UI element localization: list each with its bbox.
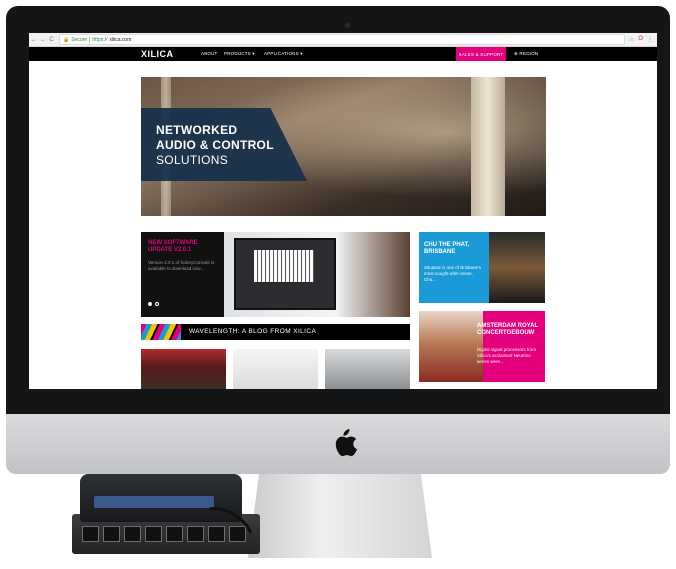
- news-excerpt: Version 2.0.1 of SoloryConsole is availa…: [148, 260, 215, 271]
- back-icon[interactable]: ←: [29, 37, 38, 43]
- camera-icon: [345, 23, 350, 28]
- card-title: AMSTERDAM ROYAL CONCERTGEBOUW: [477, 323, 539, 336]
- blog-stripes: [141, 324, 181, 340]
- hero-line-3: SOLUTIONS: [156, 153, 229, 167]
- news-text-panel: NEW SOFTWARE UPDATE V2.0.1 Version 2.0.1…: [141, 232, 224, 317]
- address-bar[interactable]: 🔒 Secure | https://xilica.com: [59, 34, 625, 45]
- card-amsterdam[interactable]: AMSTERDAM ROYAL CONCERTGEBOUW Digital si…: [419, 311, 545, 382]
- card-chu-the-phat[interactable]: CHU THE PHAT, BRISBANE Situated in one o…: [419, 232, 545, 303]
- slider-dots: [148, 302, 159, 306]
- card-excerpt: Situated in one of Brisbane's most sough…: [424, 265, 482, 282]
- url-divider: |: [89, 36, 91, 43]
- blog-header[interactable]: WAVELENGTH: A BLOG FROM XILICA: [141, 324, 410, 340]
- hero-banner[interactable]: NETWORKED AUDIO & CONTROL SOLUTIONS: [141, 77, 546, 216]
- news-title[interactable]: NEW SOFTWARE UPDATE V2.0.1: [148, 240, 220, 254]
- monitor-screenshot: [234, 238, 336, 310]
- blog-title: WAVELENGTH: A BLOG FROM XILICA: [189, 328, 317, 335]
- nav-sales-support[interactable]: SALES & SUPPORT: [456, 47, 506, 61]
- apple-logo-icon: [335, 429, 357, 457]
- card-title: CHU THE PHAT, BRISBANE: [424, 242, 470, 255]
- card-excerpt: Digital signal processors from Xilica's …: [477, 347, 537, 364]
- url-host: xilica.com: [109, 36, 132, 43]
- news-slider[interactable]: NEW SOFTWARE UPDATE V2.0.1 Version 2.0.1…: [141, 232, 410, 317]
- hero-line-2: AUDIO & CONTROL: [156, 138, 274, 152]
- slider-dot[interactable]: [155, 302, 159, 306]
- browser-toolbar: ← → C 🔒 Secure | https://xilica.com ☆ O …: [29, 33, 657, 47]
- opera-icon[interactable]: O: [638, 36, 643, 43]
- site-nav: XILICA ABOUT PRODUCTS ▾ APPLICATIONS ▾ S…: [29, 47, 657, 61]
- hero-line-1: NETWORKED: [156, 123, 238, 137]
- blog-thumbnail[interactable]: [141, 349, 226, 389]
- star-icon[interactable]: ☆: [629, 36, 634, 43]
- imac-stand: [248, 474, 432, 558]
- url-scheme: https://: [92, 36, 108, 43]
- card-photo: [419, 311, 483, 382]
- hero-pillar: [471, 77, 505, 216]
- news-image: [224, 232, 410, 317]
- forward-icon[interactable]: →: [38, 37, 47, 43]
- site-logo[interactable]: XILICA: [141, 49, 174, 59]
- browser-actions: ☆ O ⋮: [625, 36, 657, 43]
- nav-products[interactable]: PRODUCTS ▾: [224, 51, 255, 57]
- nav-region[interactable]: ⊕ REGION: [514, 51, 538, 57]
- router-ports: [94, 496, 214, 508]
- nav-applications[interactable]: APPLICATIONS ▾: [264, 51, 303, 57]
- secure-label: Secure: [71, 36, 88, 43]
- blog-thumbnail[interactable]: [233, 349, 318, 389]
- nav-sales-support-label: SALES & SUPPORT: [458, 51, 504, 57]
- slider-dot-active[interactable]: [148, 302, 152, 306]
- blog-thumbnail[interactable]: [325, 349, 410, 389]
- card-photo: [489, 232, 545, 303]
- menu-icon[interactable]: ⋮: [647, 36, 653, 43]
- nav-about[interactable]: ABOUT: [201, 51, 218, 56]
- lock-icon: 🔒: [63, 36, 70, 43]
- reload-icon[interactable]: C: [47, 37, 56, 43]
- screen: ← → C 🔒 Secure | https://xilica.com ☆ O …: [29, 33, 657, 389]
